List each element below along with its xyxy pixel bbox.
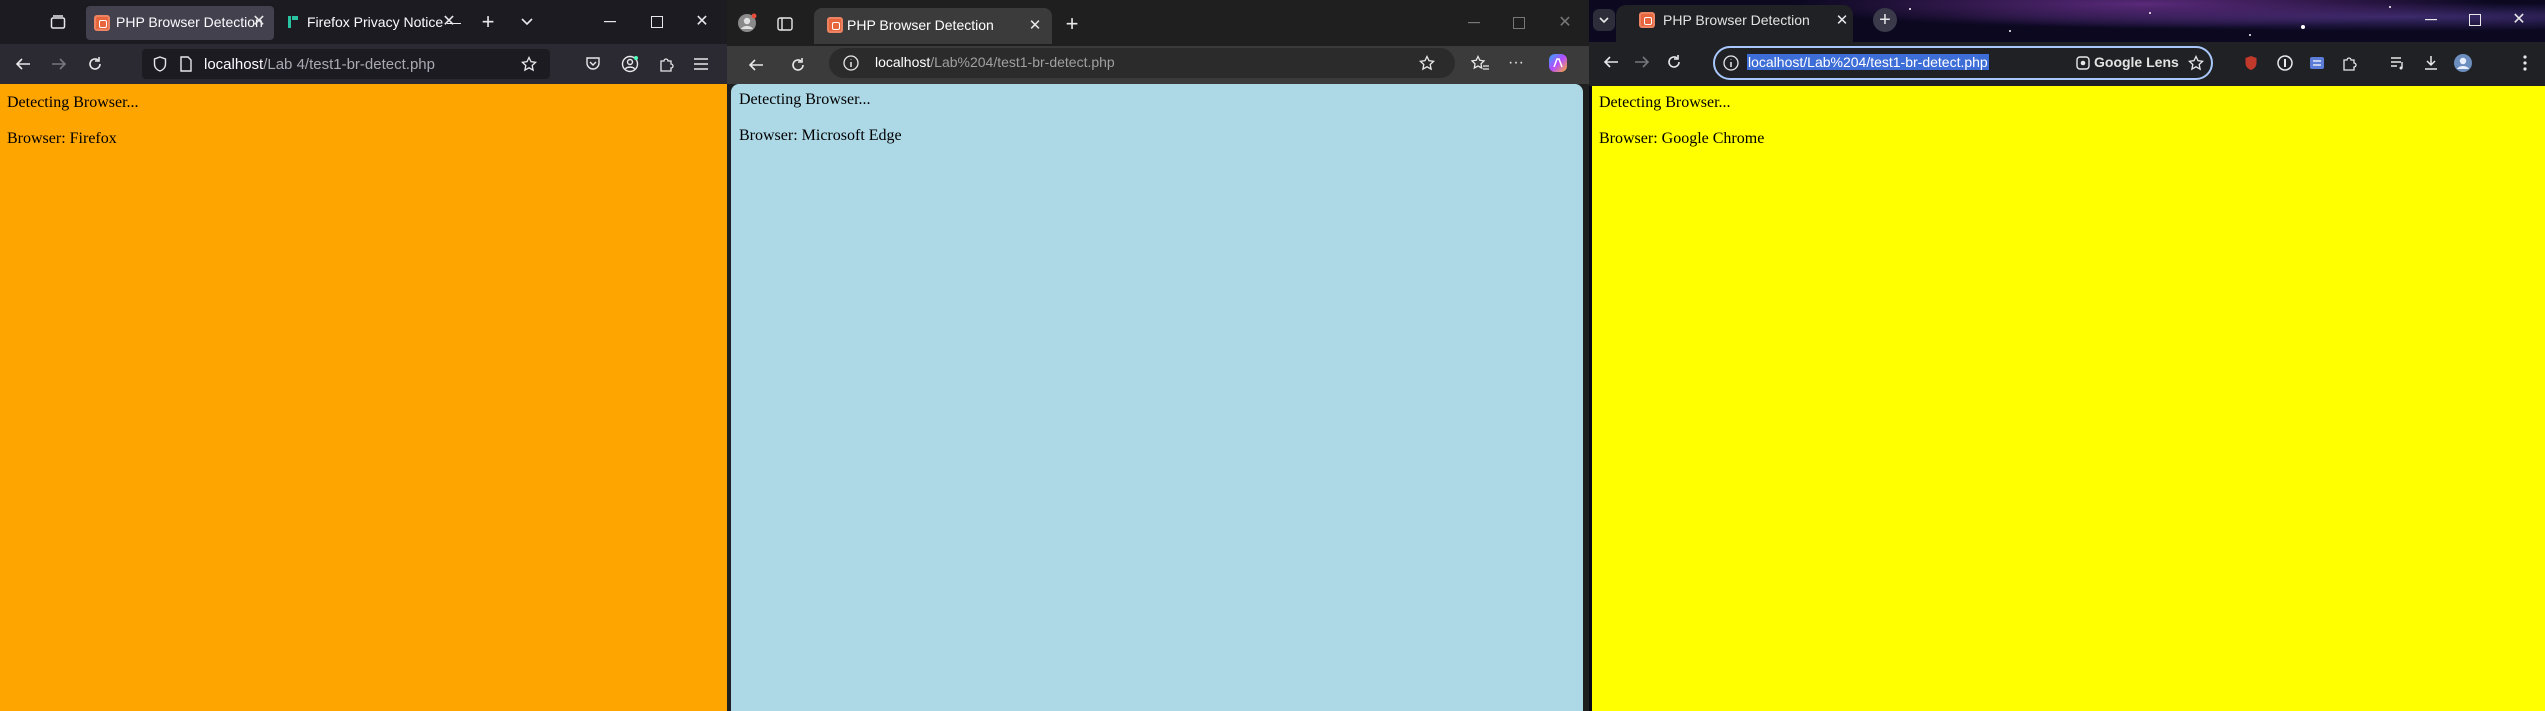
url-path: /Lab%204/test1-br-detect.php xyxy=(930,54,1115,70)
close-tab-icon[interactable]: ✕ xyxy=(1833,11,1851,29)
new-tab-icon[interactable]: + xyxy=(1061,13,1083,35)
wallpaper-star xyxy=(1909,8,1911,10)
tab-actions-icon[interactable] xyxy=(775,14,795,34)
extensions-puzzle-icon[interactable] xyxy=(2340,53,2360,73)
maximize-icon[interactable] xyxy=(2465,10,2485,30)
close-window-icon[interactable]: ✕ xyxy=(692,12,712,32)
wallpaper-star xyxy=(2301,25,2305,29)
list-tabs-chevron-icon[interactable] xyxy=(516,12,538,32)
php-favicon-icon xyxy=(94,15,110,31)
wallpaper-star xyxy=(2249,34,2251,36)
firefox-tab2-title[interactable]: Firefox Privacy Notice — xyxy=(307,14,461,30)
downloads-icon[interactable] xyxy=(2421,53,2441,73)
url-host: localhost xyxy=(875,54,931,70)
edge-page-content: Detecting Browser... Browser: Microsoft … xyxy=(731,84,1583,711)
pocket-icon[interactable] xyxy=(583,54,603,74)
reload-icon[interactable] xyxy=(787,54,809,76)
password-manager-extension-icon[interactable] xyxy=(2275,53,2295,73)
firefox-page-content: Detecting Browser... Browser: Firefox xyxy=(0,84,727,711)
account-icon[interactable] xyxy=(620,54,640,74)
url-path: /Lab%204/test1-br-detect.php xyxy=(1803,54,1988,70)
firefox-tab-bar: PHP Browser Detection ✕ Firefox Privacy … xyxy=(0,0,727,44)
url-path: /Lab 4/test1-br-detect.php xyxy=(263,56,435,73)
tab-search-chevron-icon[interactable] xyxy=(1593,9,1615,31)
privacy-tab-favicon-icon xyxy=(286,15,300,29)
detecting-text: Detecting Browser... xyxy=(1599,94,1731,111)
extension-icon[interactable] xyxy=(2307,53,2327,73)
minimize-icon[interactable] xyxy=(2421,10,2441,30)
ublock-extension-icon[interactable] xyxy=(2241,53,2261,73)
profile-avatar-icon[interactable] xyxy=(2452,52,2474,74)
browser-result-text: Browser: Firefox xyxy=(7,130,117,147)
edge-tab-title: PHP Browser Detection xyxy=(847,17,994,33)
edge-url-text[interactable]: localhost/Lab%204/test1-br-detect.php xyxy=(875,54,1115,70)
minimize-icon[interactable] xyxy=(600,12,620,32)
chrome-tab-bar: PHP Browser Detection ✕ + ✕ xyxy=(1589,0,2545,42)
google-lens-label[interactable]: Google Lens xyxy=(2094,54,2179,70)
chrome-menu-icon[interactable] xyxy=(2515,53,2535,73)
favorite-star-icon[interactable] xyxy=(1417,53,1437,73)
chrome-window: PHP Browser Detection ✕ + ✕ localhost/La… xyxy=(1589,0,2545,711)
edge-tab-bar: PHP Browser Detection ✕ + ✕ xyxy=(727,0,1589,46)
edge-window: PHP Browser Detection ✕ + ✕ localhost/La… xyxy=(727,0,1589,711)
extensions-icon[interactable] xyxy=(657,54,677,74)
page-info-icon[interactable] xyxy=(176,54,196,74)
firefox-tab-title: PHP Browser Detection xyxy=(116,14,263,30)
wallpaper-star xyxy=(2009,30,2011,32)
back-icon[interactable] xyxy=(745,54,767,76)
bookmark-star-icon[interactable] xyxy=(2186,53,2206,73)
new-tab-icon[interactable]: + xyxy=(1873,8,1897,32)
menu-hamburger-icon[interactable] xyxy=(691,54,711,74)
back-icon[interactable] xyxy=(1600,51,1622,73)
detecting-text: Detecting Browser... xyxy=(7,94,139,111)
chrome-page-content: Detecting Browser... Browser: Google Chr… xyxy=(1592,86,2545,711)
maximize-icon[interactable] xyxy=(1509,13,1529,33)
php-favicon-icon xyxy=(827,17,843,33)
back-icon[interactable] xyxy=(12,53,34,75)
reload-icon[interactable] xyxy=(84,53,106,75)
wallpaper-star xyxy=(2149,12,2151,14)
close-tab-icon[interactable]: ✕ xyxy=(250,13,268,31)
site-info-icon[interactable] xyxy=(1721,53,1741,73)
more-options-icon[interactable]: ··· xyxy=(1506,53,1526,73)
bookmark-star-icon[interactable] xyxy=(519,54,539,74)
browser-result-text: Browser: Microsoft Edge xyxy=(739,127,902,144)
url-host: localhost xyxy=(1748,54,1804,70)
php-favicon-icon xyxy=(1639,12,1655,28)
forward-icon[interactable] xyxy=(48,53,70,75)
wallpaper-star xyxy=(2389,6,2391,8)
chrome-tab-title: PHP Browser Detection xyxy=(1663,12,1810,28)
tracking-shield-icon[interactable] xyxy=(150,54,170,74)
maximize-icon[interactable] xyxy=(647,12,667,32)
minimize-icon[interactable] xyxy=(1464,13,1484,33)
close-tab-icon[interactable]: ✕ xyxy=(1026,16,1044,34)
google-lens-icon[interactable] xyxy=(2074,54,2092,72)
url-host: localhost xyxy=(204,56,264,73)
new-tab-icon[interactable]: + xyxy=(477,11,499,33)
chrome-url-text[interactable]: localhost/Lab%204/test1-br-detect.php xyxy=(1747,54,1989,70)
profile-avatar-icon[interactable] xyxy=(736,12,758,34)
close-tab2-icon[interactable]: ✕ xyxy=(440,13,458,31)
reload-icon[interactable] xyxy=(1663,51,1685,73)
media-controls-icon[interactable] xyxy=(2388,53,2408,73)
detecting-text: Detecting Browser... xyxy=(739,91,871,108)
firefox-url-text[interactable]: localhost/Lab 4/test1-br-detect.php xyxy=(204,56,435,73)
copilot-icon[interactable] xyxy=(1547,52,1569,74)
forward-icon[interactable] xyxy=(1631,51,1653,73)
favorites-icon[interactable] xyxy=(1470,53,1490,73)
firefox-view-icon[interactable] xyxy=(48,12,68,32)
close-window-icon[interactable]: ✕ xyxy=(2509,10,2529,30)
site-info-icon[interactable] xyxy=(841,53,861,73)
firefox-window: PHP Browser Detection ✕ Firefox Privacy … xyxy=(0,0,727,711)
browser-result-text: Browser: Google Chrome xyxy=(1599,130,1765,147)
close-window-icon[interactable]: ✕ xyxy=(1555,13,1575,33)
